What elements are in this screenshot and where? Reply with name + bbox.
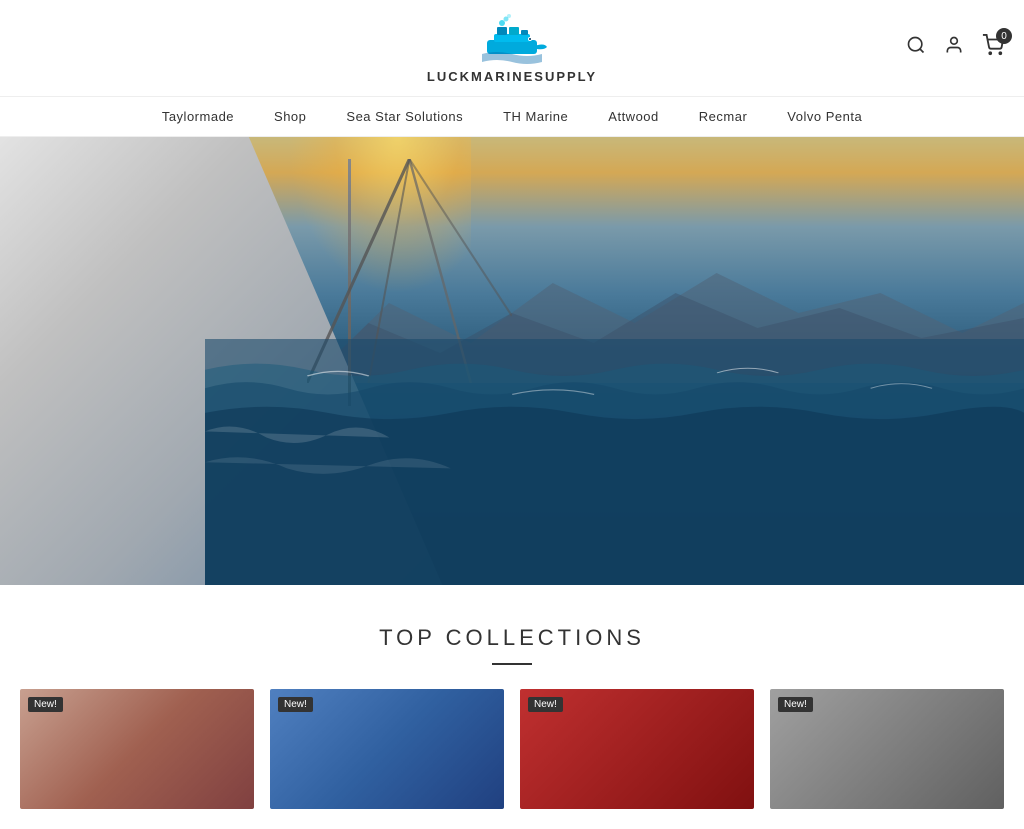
- new-badge-3: New!: [528, 697, 563, 712]
- user-icon[interactable]: [944, 35, 964, 61]
- collections-divider: [492, 663, 532, 665]
- hero-banner: [0, 137, 1024, 585]
- new-badge-2: New!: [278, 697, 313, 712]
- search-icon[interactable]: [906, 35, 926, 61]
- nav-item-taylormade[interactable]: Taylormade: [162, 109, 234, 124]
- logo-text: LUCKMARINESUPPLY: [427, 69, 597, 84]
- logo-icon: [472, 12, 552, 67]
- product-card-4[interactable]: New!: [770, 689, 1004, 809]
- product-card-3[interactable]: New!: [520, 689, 754, 809]
- product-card-1[interactable]: New!: [20, 689, 254, 809]
- nav-item-attwood[interactable]: Attwood: [608, 109, 658, 124]
- ocean-waves: [205, 339, 1024, 585]
- new-badge-4: New!: [778, 697, 813, 712]
- cart-count: 0: [996, 28, 1012, 44]
- product-card-2[interactable]: New!: [270, 689, 504, 809]
- nav-item-th-marine[interactable]: TH Marine: [503, 109, 568, 124]
- nav-item-sea-star[interactable]: Sea Star Solutions: [346, 109, 463, 124]
- cart-icon[interactable]: 0: [982, 34, 1004, 62]
- nav-item-shop[interactable]: Shop: [274, 109, 306, 124]
- site-header: LUCKMARINESUPPLY 0: [0, 0, 1024, 97]
- nav-item-recmar[interactable]: Recmar: [699, 109, 748, 124]
- collections-title: TOP COLLECTIONS: [20, 625, 1004, 651]
- logo[interactable]: LUCKMARINESUPPLY: [427, 12, 597, 84]
- nav-item-volvo-penta[interactable]: Volvo Penta: [787, 109, 862, 124]
- main-nav: Taylormade Shop Sea Star Solutions TH Ma…: [0, 97, 1024, 137]
- new-badge-1: New!: [28, 697, 63, 712]
- collections-section: TOP COLLECTIONS New! New! New! New!: [0, 585, 1024, 829]
- products-row: New! New! New! New!: [20, 689, 1004, 809]
- header-icons: 0: [906, 34, 1004, 62]
